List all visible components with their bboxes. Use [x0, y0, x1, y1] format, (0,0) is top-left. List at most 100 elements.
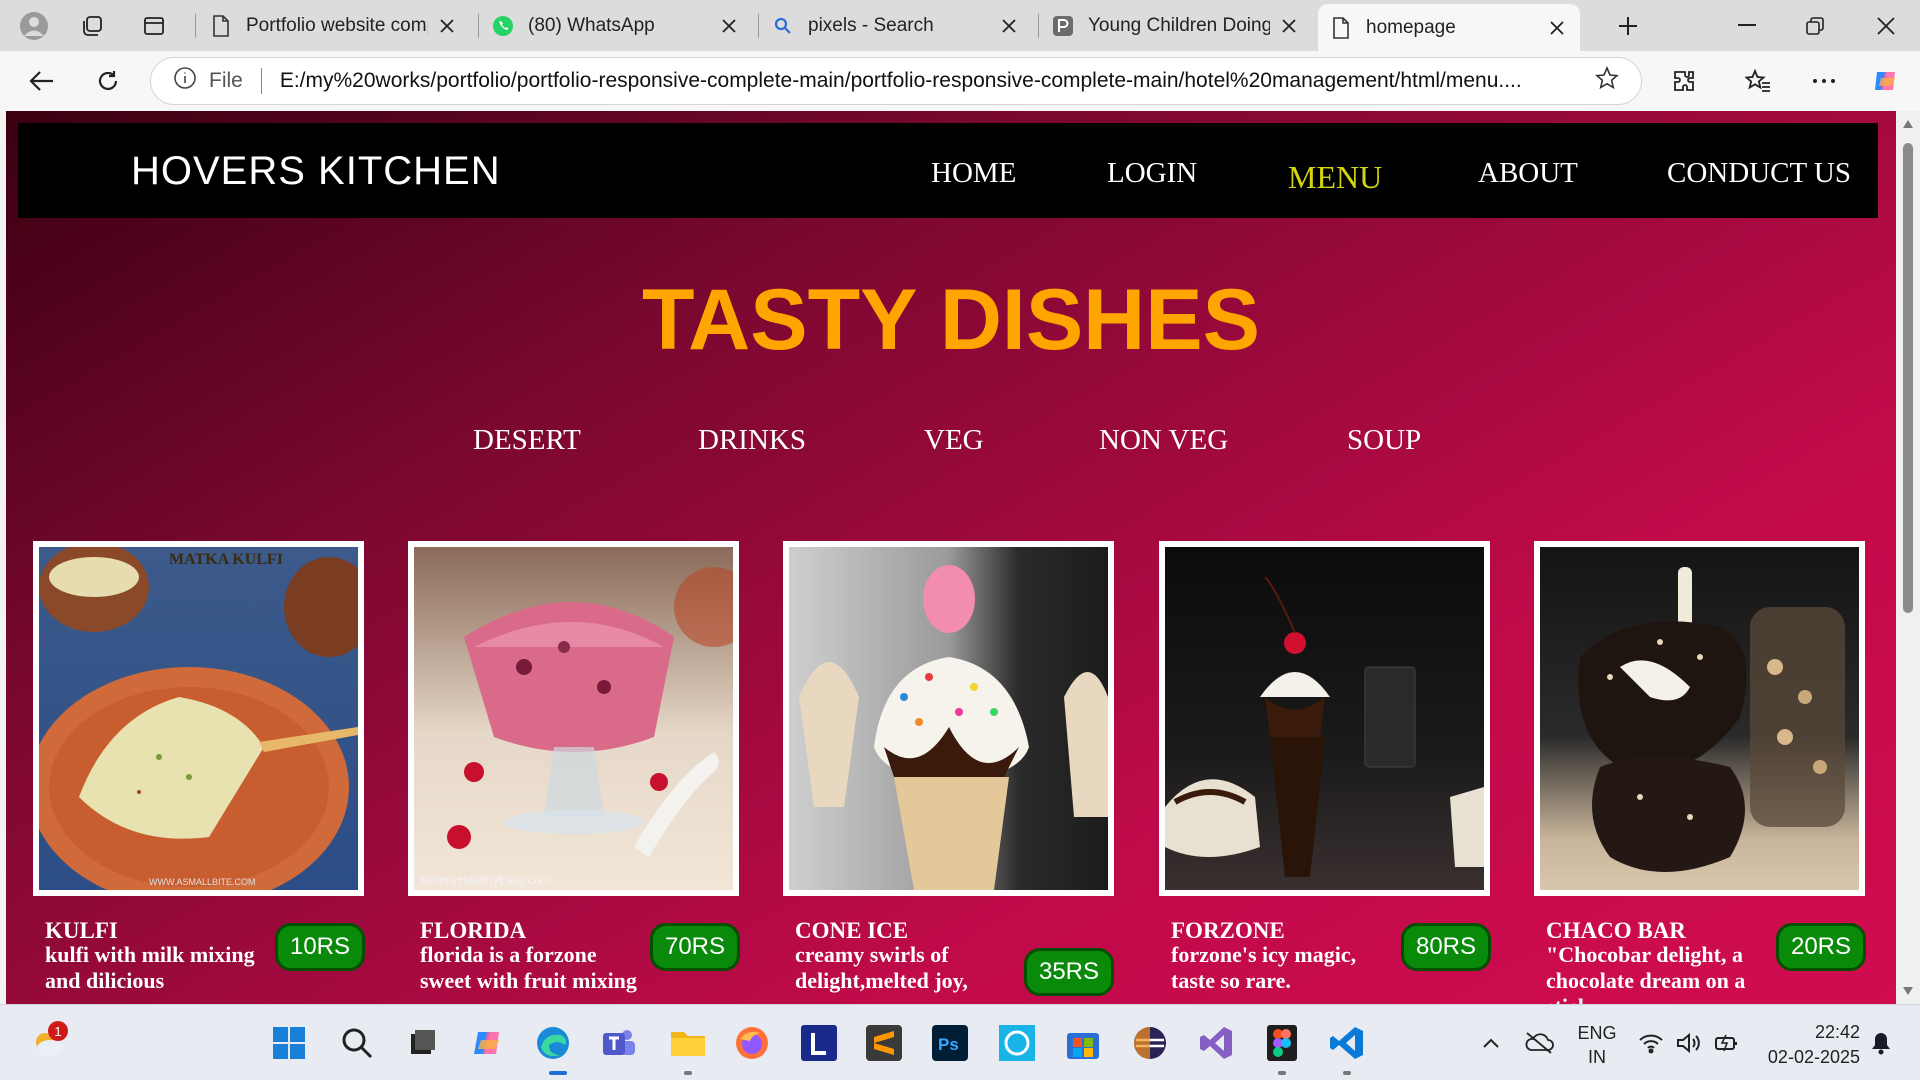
dish-name: CHACO BAR [1546, 918, 1686, 943]
clock-date[interactable]: 02-02-2025 [1756, 1047, 1860, 1068]
price-badge[interactable]: 20RS [1776, 923, 1866, 971]
dish-photo-frame: MATKA KULFI WWW.ASMALLBITE.COM [33, 541, 364, 896]
notification-bell-icon[interactable] [1861, 1023, 1901, 1063]
category-non-veg[interactable]: NON VEG [1099, 424, 1228, 457]
nav-conduct-us[interactable]: CONDUCT US [1667, 157, 1851, 190]
price-badge[interactable]: 10RS [275, 923, 365, 971]
dish-photo-frame [783, 541, 1114, 896]
minimize-icon[interactable] [1727, 6, 1767, 46]
favorite-star-icon[interactable] [1595, 65, 1619, 96]
price-badge[interactable]: 35RS [1024, 948, 1114, 996]
copilot-icon[interactable] [1866, 61, 1906, 101]
category-desert[interactable]: DESERT [473, 424, 581, 457]
close-icon[interactable] [436, 15, 458, 37]
figma-icon[interactable] [1262, 1023, 1302, 1063]
tab-pexels[interactable]: Young Children Doing F [1040, 6, 1312, 46]
chevron-up-icon[interactable] [1471, 1023, 1511, 1063]
cone-ice-image [789, 547, 1108, 890]
address-bar[interactable]: File E:/my%20works/portfolio/portfolio-r… [150, 57, 1642, 105]
url-text[interactable]: E:/my%20works/portfolio/portfolio-respon… [280, 69, 1581, 93]
edge-browser-icon[interactable] [533, 1023, 573, 1063]
tab-portfolio[interactable]: Portfolio website compl [198, 6, 470, 46]
workspaces-icon[interactable] [72, 6, 112, 46]
tab-actions-icon[interactable] [134, 6, 174, 46]
nav-login[interactable]: LOGIN [1107, 157, 1197, 190]
more-options-icon[interactable] [1804, 61, 1844, 101]
visual-studio-icon[interactable] [1196, 1023, 1236, 1063]
category-veg[interactable]: VEG [924, 424, 984, 457]
refresh-icon[interactable] [88, 61, 128, 101]
category-soup[interactable]: SOUP [1347, 424, 1421, 457]
page-icon [210, 15, 232, 37]
page-title: TASTY DISHES [641, 272, 1261, 368]
scrollbar-thumb[interactable] [1903, 143, 1913, 613]
file-explorer-icon[interactable] [668, 1023, 708, 1063]
tab-pixels-search[interactable]: pixels - Search [760, 6, 1032, 46]
language-primary[interactable]: ENG [1573, 1023, 1621, 1044]
price-badge[interactable]: 70RS [650, 923, 740, 971]
tab-title: (80) WhatsApp [528, 15, 655, 36]
cloud-offline-icon[interactable] [1519, 1023, 1559, 1063]
tab-whatsapp[interactable]: (80) WhatsApp [480, 6, 752, 46]
dish-description: creamy swirls of delight,melted joy, [795, 942, 968, 993]
svg-text:Ps: Ps [938, 1035, 959, 1054]
new-tab-plus-icon[interactable] [1608, 6, 1648, 46]
copilot-app-icon[interactable] [469, 1023, 509, 1063]
close-icon[interactable] [1546, 17, 1568, 39]
vscode-icon[interactable] [1327, 1023, 1367, 1063]
tab-bar: Portfolio website compl (80) WhatsApp pi… [0, 0, 1920, 51]
price-badge[interactable]: 80RS [1401, 923, 1491, 971]
dish-card[interactable]: CONE ICE creamy swirls of delight,melted… [783, 541, 1114, 1004]
task-view-icon[interactable] [402, 1023, 442, 1063]
whatsapp-icon [492, 15, 514, 37]
close-icon[interactable] [1278, 15, 1300, 37]
tab-title: pixels - Search [808, 15, 934, 36]
l-app-icon[interactable] [799, 1023, 839, 1063]
firefox-icon[interactable] [732, 1023, 772, 1063]
dish-card[interactable]: MATKA KULFI WWW.ASMALLBITE.COM KULFI kul… [33, 541, 365, 1004]
favorites-icon[interactable] [1738, 61, 1778, 101]
clock-time[interactable]: 22:42 [1756, 1022, 1860, 1043]
eclipse-icon[interactable] [1130, 1023, 1170, 1063]
dish-name: KULFI [45, 918, 118, 943]
tab-homepage[interactable]: homepage [1318, 4, 1580, 51]
back-arrow-icon[interactable] [22, 61, 62, 101]
category-drinks[interactable]: DRINKS [698, 424, 806, 457]
dish-card[interactable]: YummyHealthyEasy.com FLORIDA florida is … [408, 541, 740, 1004]
info-icon[interactable] [173, 66, 197, 96]
scroll-up-arrow-icon[interactable] [1902, 119, 1914, 129]
dish-description: forzone's icy magic, taste so rare. [1171, 942, 1357, 993]
profile-avatar-icon[interactable] [14, 6, 54, 46]
site-logo[interactable]: HOVERS KITCHEN [131, 149, 501, 194]
windows-start-icon[interactable] [269, 1023, 309, 1063]
restore-icon[interactable] [1795, 6, 1835, 46]
photo-caption: MATKA KULFI [169, 551, 283, 568]
volume-icon[interactable] [1669, 1023, 1709, 1063]
photoshop-icon[interactable]: Ps [930, 1023, 970, 1063]
kulfi-image: MATKA KULFI WWW.ASMALLBITE.COM [39, 547, 358, 890]
close-icon[interactable] [998, 15, 1020, 37]
dish-photo-frame [1159, 541, 1490, 896]
nav-home[interactable]: HOME [931, 157, 1016, 190]
taskbar: 1 Ps ENG IN 22:42 02-02-2025 [0, 1004, 1920, 1080]
search-icon[interactable] [337, 1023, 377, 1063]
wifi-icon[interactable] [1631, 1023, 1671, 1063]
dish-photo-frame [1534, 541, 1865, 896]
page-scrollbar[interactable] [1896, 111, 1920, 1004]
dish-name: FORZONE [1171, 918, 1285, 943]
scroll-down-arrow-icon[interactable] [1902, 986, 1914, 996]
battery-charging-icon[interactable] [1707, 1023, 1747, 1063]
dish-card[interactable]: CHACO BAR "Chocobar delight, a chocolate… [1534, 541, 1866, 1004]
nav-menu[interactable]: MENU [1288, 159, 1382, 196]
close-window-icon[interactable] [1866, 6, 1906, 46]
microsoft-store-icon[interactable] [1063, 1023, 1103, 1063]
dish-card[interactable]: FORZONE forzone's icy magic, taste so ra… [1159, 541, 1491, 1004]
close-icon[interactable] [718, 15, 740, 37]
alexa-icon[interactable] [997, 1023, 1037, 1063]
language-secondary[interactable]: IN [1573, 1047, 1621, 1068]
site-navbar: HOVERS KITCHEN HOME LOGIN MENU ABOUT CON… [18, 123, 1878, 218]
extensions-icon[interactable] [1664, 61, 1704, 101]
sublime-text-icon[interactable] [864, 1023, 904, 1063]
teams-icon[interactable] [599, 1023, 639, 1063]
nav-about[interactable]: ABOUT [1478, 157, 1578, 190]
